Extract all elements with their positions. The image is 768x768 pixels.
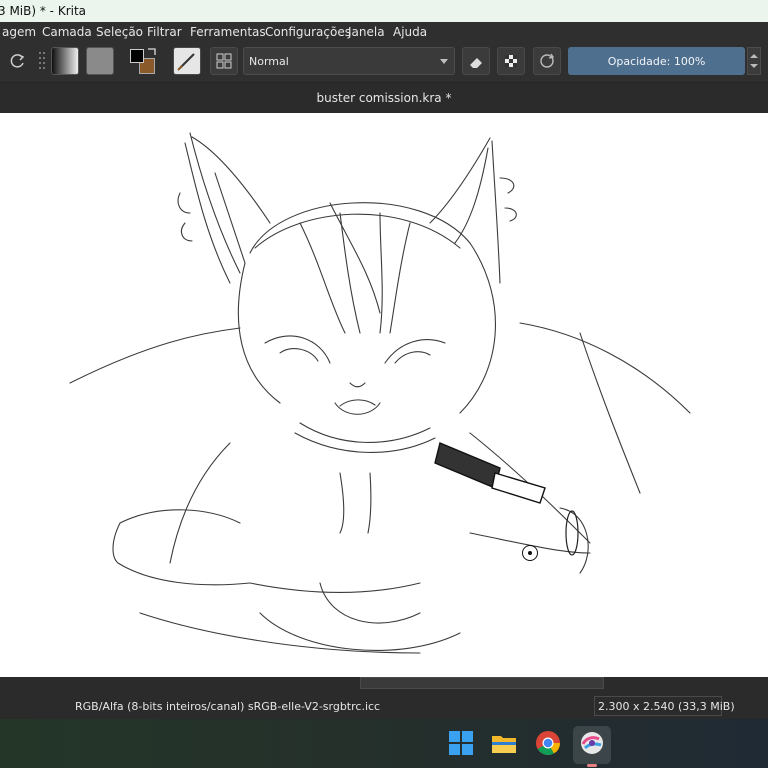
os-taskbar — [0, 719, 768, 768]
image-size-info[interactable]: 2.300 x 2.540 (33,3 MiB) — [594, 696, 735, 716]
eraser-mode-button[interactable] — [462, 47, 490, 75]
eraser-icon — [470, 58, 482, 68]
gradient-selector[interactable] — [51, 47, 79, 75]
document-tab-bar: buster comission.kra * — [0, 83, 768, 113]
tool-options-toolbar: Normal Opacidade: 100% — [0, 42, 768, 83]
brush-settings-button[interactable] — [210, 47, 238, 75]
windows-start-icon[interactable] — [448, 730, 474, 756]
swap-colors-icon[interactable] — [146, 47, 158, 57]
menu-item-filter[interactable]: Filtrar — [147, 25, 182, 39]
color-profile-info: RGB/Alfa (8-bits inteiros/canal) sRGB-el… — [75, 700, 381, 713]
window-titlebar: 3 MiB) * - Krita — [0, 0, 768, 22]
redo-button[interactable] — [4, 47, 32, 75]
image-size-text: 2.300 x 2.540 (33,3 MiB) — [598, 700, 735, 713]
chevron-down-icon[interactable] — [750, 64, 758, 68]
chevron-up-icon[interactable] — [750, 54, 758, 58]
brush-cursor-icon — [521, 544, 539, 562]
menu-bar: agem Camada Seleção Filtrar Ferramentas … — [0, 22, 768, 42]
blend-mode-dropdown[interactable]: Normal — [243, 47, 455, 75]
opacity-label: Opacidade: 100% — [607, 55, 706, 68]
window-title: 3 MiB) * - Krita — [0, 4, 87, 18]
file-explorer-icon[interactable] — [491, 730, 517, 756]
preserve-alpha-button[interactable] — [497, 47, 525, 75]
brush-settings-icon — [216, 53, 232, 69]
pattern-selector[interactable] — [86, 47, 114, 75]
toolbar-grip-icon[interactable] — [38, 51, 46, 71]
drawing-canvas[interactable] — [0, 113, 768, 677]
menu-item-tools[interactable]: Ferramentas — [190, 25, 266, 39]
horizontal-scrollbar[interactable] — [360, 677, 604, 689]
document-tab-title[interactable]: buster comission.kra * — [0, 91, 768, 105]
menu-item-image[interactable]: agem — [2, 25, 36, 39]
reload-preset-button[interactable] — [533, 47, 561, 75]
brush-preset-button[interactable] — [173, 47, 201, 75]
redo-icon — [10, 54, 25, 68]
menu-item-window[interactable]: Janela — [348, 25, 385, 39]
blend-mode-value: Normal — [249, 55, 289, 68]
opacity-spinbox[interactable] — [747, 47, 761, 75]
reload-icon — [540, 53, 555, 68]
foreground-color-swatch[interactable] — [130, 49, 144, 63]
checkerboard-icon — [505, 55, 517, 67]
menu-item-select[interactable]: Seleção — [96, 25, 143, 39]
menu-item-settings[interactable]: Configurações — [265, 25, 351, 39]
menu-item-layer[interactable]: Camada — [42, 25, 92, 39]
krita-icon[interactable] — [579, 730, 605, 756]
chrome-icon[interactable] — [535, 730, 561, 756]
chevron-down-icon — [440, 59, 448, 64]
active-indicator — [587, 764, 597, 767]
color-swatches[interactable] — [128, 47, 158, 77]
sketch-artwork — [69, 132, 691, 654]
opacity-slider[interactable]: Opacidade: 100% — [568, 47, 745, 75]
menu-item-help[interactable]: Ajuda — [393, 25, 427, 39]
brush-preset-icon — [177, 53, 195, 71]
